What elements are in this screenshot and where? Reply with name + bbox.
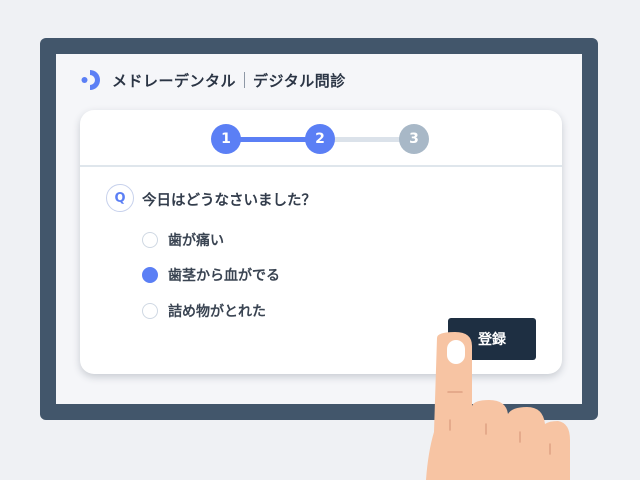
radio-button[interactable] [142, 303, 158, 319]
header-separator [244, 72, 246, 88]
question-badge: Q [106, 184, 134, 212]
option-label: 歯茎から血がでる [168, 268, 280, 284]
brand-name: メドレーデンタル [112, 71, 237, 90]
card-divider [80, 165, 562, 167]
radio-button-selected[interactable] [142, 267, 158, 283]
option-tooth-pain[interactable]: 歯が痛い [142, 229, 224, 251]
app-header: メドレーデンタル デジタル問診 [80, 66, 346, 94]
option-label: 歯が痛い [168, 233, 224, 249]
step-3: 3 [399, 124, 429, 154]
step-1: 1 [211, 124, 241, 154]
step-2: 2 [305, 124, 335, 154]
logo-icon [81, 70, 100, 90]
question-text: 今日はどうなさいました？ [142, 193, 316, 209]
option-label: 詰め物がとれた [168, 304, 266, 320]
option-filling-lost[interactable]: 詰め物がとれた [142, 300, 266, 322]
radio-button[interactable] [142, 232, 158, 248]
option-gum-bleeding[interactable]: 歯茎から血がでる [142, 264, 280, 286]
page-subtitle: デジタル問診 [253, 71, 346, 90]
pointing-hand-icon [426, 332, 570, 480]
